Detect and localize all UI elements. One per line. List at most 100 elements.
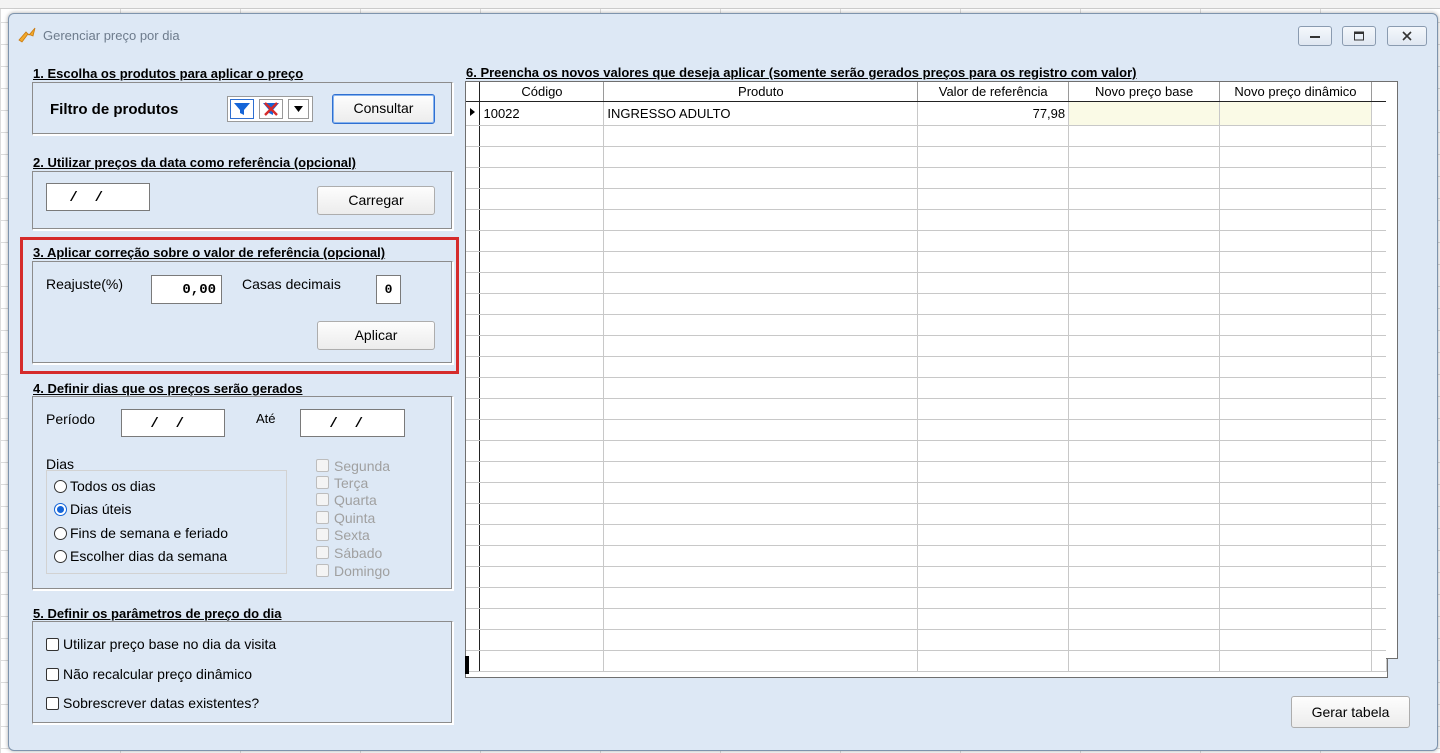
checkbox-thursday[interactable]	[316, 511, 329, 524]
column-header[interactable]: Novo preço base	[1068, 82, 1221, 102]
filter-dropdown-icon[interactable]	[288, 99, 309, 119]
row-indicator	[466, 101, 481, 126]
empty-cell	[1219, 251, 1372, 273]
checkbox-saturday[interactable]	[316, 546, 329, 559]
radio-choose-weekdays[interactable]	[54, 550, 67, 563]
empty-cell	[1068, 293, 1221, 315]
empty-cell	[1219, 377, 1372, 399]
radio-weekends-holidays[interactable]	[54, 527, 67, 540]
empty-table-row	[466, 293, 1387, 315]
weekday-checkbox[interactable]: Terça	[316, 475, 416, 491]
weekday-checkbox[interactable]: Quarta	[316, 492, 416, 508]
radio-business-days[interactable]	[54, 503, 67, 516]
empty-cell	[466, 524, 481, 546]
empty-cell	[466, 188, 481, 210]
reference-date-input[interactable]: / /	[46, 183, 150, 211]
grid-vertical-scrollbar[interactable]	[1386, 81, 1398, 659]
column-header[interactable]: Produto	[603, 82, 919, 102]
day-mode-option[interactable]: Fins de semana e feriado	[52, 525, 282, 543]
checkbox-tuesday[interactable]	[316, 476, 329, 489]
empty-cell	[917, 650, 1070, 672]
empty-cell	[917, 419, 1070, 441]
empty-cell	[917, 629, 1070, 651]
cell-codigo[interactable]: 10022	[479, 101, 605, 126]
weekday-checkbox[interactable]: Segunda	[316, 458, 416, 474]
param-option[interactable]: Utilizar preço base no dia da visita	[46, 636, 346, 654]
filter-label: Filtro de produtos	[50, 101, 179, 118]
column-header[interactable]: Novo preço dinâmico	[1219, 82, 1372, 102]
checkbox-no-recalc-dynamic[interactable]	[46, 668, 59, 681]
grid-horizontal-scrollbar[interactable]	[465, 656, 469, 674]
cell-novo-preco-dinamico[interactable]	[1219, 101, 1372, 126]
option-label: Utilizar preço base no dia da visita	[63, 636, 277, 652]
empty-cell	[1068, 608, 1221, 630]
empty-cell	[466, 230, 481, 252]
empty-cell	[603, 209, 919, 231]
cell-valor-referencia[interactable]: 77,98	[917, 101, 1070, 126]
minimize-icon	[1310, 36, 1320, 38]
empty-cell	[466, 440, 481, 462]
empty-cell	[1371, 440, 1387, 462]
consult-button[interactable]: Consultar	[332, 94, 435, 124]
period-to-input[interactable]: / /	[300, 409, 405, 437]
window-title: Gerenciar preço por dia	[43, 28, 180, 43]
weekday-checkbox[interactable]: Domingo	[316, 563, 416, 579]
section4-title: 4. Definir dias que os preços serão gera…	[33, 381, 303, 396]
checkbox-friday[interactable]	[316, 528, 329, 541]
radio-all-days[interactable]	[54, 480, 67, 493]
column-header[interactable]: Valor de referência	[917, 82, 1070, 102]
app-icon	[18, 27, 36, 43]
apply-button[interactable]: Aplicar	[317, 321, 435, 350]
day-mode-option[interactable]: Escolher dias da semana	[52, 548, 282, 566]
title-bar[interactable]: Gerenciar preço por dia	[9, 14, 1437, 52]
load-button[interactable]: Carregar	[317, 186, 435, 215]
weekday-label: Sexta	[334, 527, 370, 543]
empty-cell	[1219, 293, 1372, 315]
cell-produto[interactable]: INGRESSO ADULTO	[603, 101, 919, 126]
day-mode-option[interactable]: Dias úteis	[52, 501, 282, 519]
option-label: Sobrescrever datas existentes?	[63, 695, 260, 711]
param-option[interactable]: Não recalcular preço dinâmico	[46, 666, 346, 684]
empty-cell	[917, 209, 1070, 231]
weekday-checkbox[interactable]: Quinta	[316, 510, 416, 526]
cell-filler	[1371, 101, 1387, 126]
empty-cell	[466, 608, 481, 630]
empty-cell	[1371, 545, 1387, 567]
empty-cell	[479, 503, 605, 525]
empty-cell	[466, 356, 481, 378]
param-option[interactable]: Sobrescrever datas existentes?	[46, 695, 346, 713]
cell-novo-preco-base[interactable]	[1068, 101, 1221, 126]
empty-cell	[917, 545, 1070, 567]
empty-cell	[1219, 230, 1372, 252]
empty-table-row	[466, 524, 1387, 546]
checkbox-monday[interactable]	[316, 459, 329, 472]
empty-table-row	[466, 482, 1387, 504]
checkbox-wednesday[interactable]	[316, 493, 329, 506]
price-grid[interactable]: Código Produto Valor de referência Novo …	[465, 81, 1388, 678]
column-header[interactable]: Código	[479, 82, 605, 102]
close-button[interactable]	[1387, 26, 1427, 46]
clear-filter-icon[interactable]	[259, 99, 283, 119]
day-mode-option[interactable]: Todos os dias	[52, 478, 282, 496]
empty-cell	[1219, 335, 1372, 357]
weekday-checkbox[interactable]: Sexta	[316, 527, 416, 543]
checkbox-overwrite-dates[interactable]	[46, 697, 59, 710]
empty-table-row	[466, 503, 1387, 525]
empty-cell	[1371, 398, 1387, 420]
checkbox-sunday[interactable]	[316, 564, 329, 577]
empty-cell	[603, 314, 919, 336]
generate-table-button[interactable]: Gerar tabela	[1291, 696, 1410, 728]
table-row[interactable]: 10022 INGRESSO ADULTO 77,98	[466, 101, 1387, 126]
decimals-input[interactable]: 0	[376, 275, 401, 304]
filter-icon[interactable]	[230, 99, 254, 119]
weekday-checkbox[interactable]: Sábado	[316, 545, 416, 561]
empty-table-row	[466, 398, 1387, 420]
checkbox-use-base-price[interactable]	[46, 638, 59, 651]
empty-cell	[466, 587, 481, 609]
adjust-input[interactable]: 0,00	[151, 275, 222, 304]
period-from-input[interactable]: / /	[121, 409, 225, 437]
empty-table-row	[466, 629, 1387, 651]
minimize-button[interactable]	[1298, 26, 1332, 46]
empty-cell	[466, 209, 481, 231]
restore-button[interactable]	[1342, 26, 1376, 46]
